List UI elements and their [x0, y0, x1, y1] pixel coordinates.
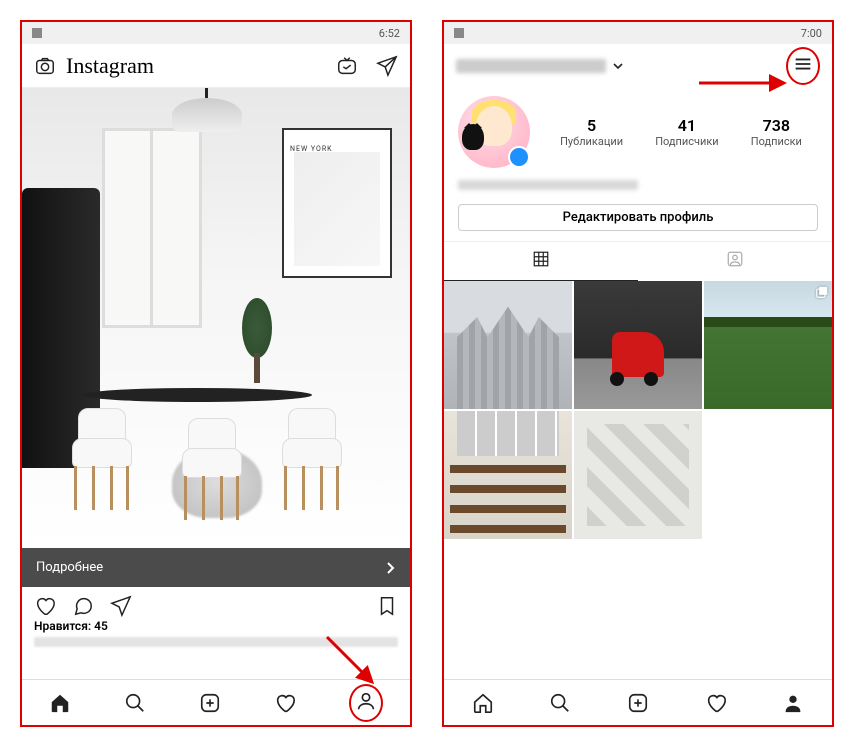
grid-empty	[704, 411, 832, 539]
share-icon[interactable]	[110, 595, 132, 617]
status-icon	[32, 28, 42, 38]
comment-icon[interactable]	[72, 595, 94, 617]
sponsored-banner[interactable]: Подробнее	[22, 548, 410, 587]
nav-profile-highlight	[349, 684, 383, 722]
edit-profile-button[interactable]: Редактировать профиль	[458, 204, 818, 231]
feed-screen: 6:52 Instagram Подробнее	[20, 20, 412, 727]
tagged-icon	[726, 250, 744, 268]
nav-home-icon[interactable]	[49, 692, 71, 714]
status-time: 6:52	[379, 27, 400, 40]
avatar[interactable]	[458, 96, 530, 168]
profile-bio	[458, 180, 638, 190]
username[interactable]	[456, 59, 606, 73]
camera-icon[interactable]	[34, 55, 56, 77]
grid-photo[interactable]	[444, 411, 572, 539]
bottom-nav	[444, 679, 832, 725]
chevron-down-icon[interactable]	[612, 60, 624, 72]
grid-photo[interactable]	[574, 411, 702, 539]
nav-profile-icon[interactable]	[782, 692, 804, 714]
likes-count[interactable]: Нравится: 45	[22, 619, 410, 637]
stat-following[interactable]: 738 Подписки	[751, 116, 802, 148]
nav-activity-icon[interactable]	[274, 692, 296, 714]
igtv-icon[interactable]	[336, 55, 358, 77]
status-icon	[454, 28, 464, 38]
grid-photo[interactable]	[444, 281, 572, 409]
feed-post-image[interactable]	[22, 88, 410, 548]
bookmark-icon[interactable]	[376, 595, 398, 617]
nav-activity-icon[interactable]	[705, 692, 727, 714]
photo-grid	[444, 281, 832, 539]
profile-tabs	[444, 241, 832, 281]
menu-highlight	[786, 47, 820, 85]
direct-icon[interactable]	[376, 55, 398, 77]
bottom-nav	[22, 679, 410, 725]
grid-photo[interactable]	[574, 281, 702, 409]
profile-info: 5 Публикации 41 Подписчики 738 Подписки	[444, 88, 832, 176]
banner-label: Подробнее	[36, 560, 103, 575]
stat-posts[interactable]: 5 Публикации	[560, 116, 623, 148]
hamburger-menu-icon[interactable]	[792, 53, 814, 75]
status-time: 7:00	[801, 27, 822, 40]
feed-header: Instagram	[22, 44, 410, 88]
like-icon[interactable]	[34, 595, 56, 617]
profile-screen: 7:00 5 Публикации 41 Под	[442, 20, 834, 727]
status-bar: 6:52	[22, 22, 410, 44]
nav-search-icon[interactable]	[549, 692, 571, 714]
stat-followers[interactable]: 41 Подписчики	[655, 116, 718, 148]
nav-profile-icon[interactable]	[355, 690, 377, 712]
instagram-logo: Instagram	[66, 53, 154, 79]
nav-add-icon[interactable]	[199, 692, 221, 714]
post-caption	[34, 637, 398, 647]
tab-tagged[interactable]	[638, 242, 832, 281]
status-bar: 7:00	[444, 22, 832, 44]
tab-grid[interactable]	[444, 242, 638, 281]
profile-header	[444, 44, 832, 88]
nav-search-icon[interactable]	[124, 692, 146, 714]
grid-photo[interactable]	[704, 281, 832, 409]
nav-home-icon[interactable]	[472, 692, 494, 714]
grid-icon	[532, 250, 550, 268]
post-actions	[22, 587, 410, 619]
chevron-right-icon	[386, 561, 396, 575]
profile-stats: 5 Публикации 41 Подписчики 738 Подписки	[544, 116, 818, 148]
carousel-badge-icon	[815, 284, 829, 298]
nav-add-icon[interactable]	[627, 692, 649, 714]
